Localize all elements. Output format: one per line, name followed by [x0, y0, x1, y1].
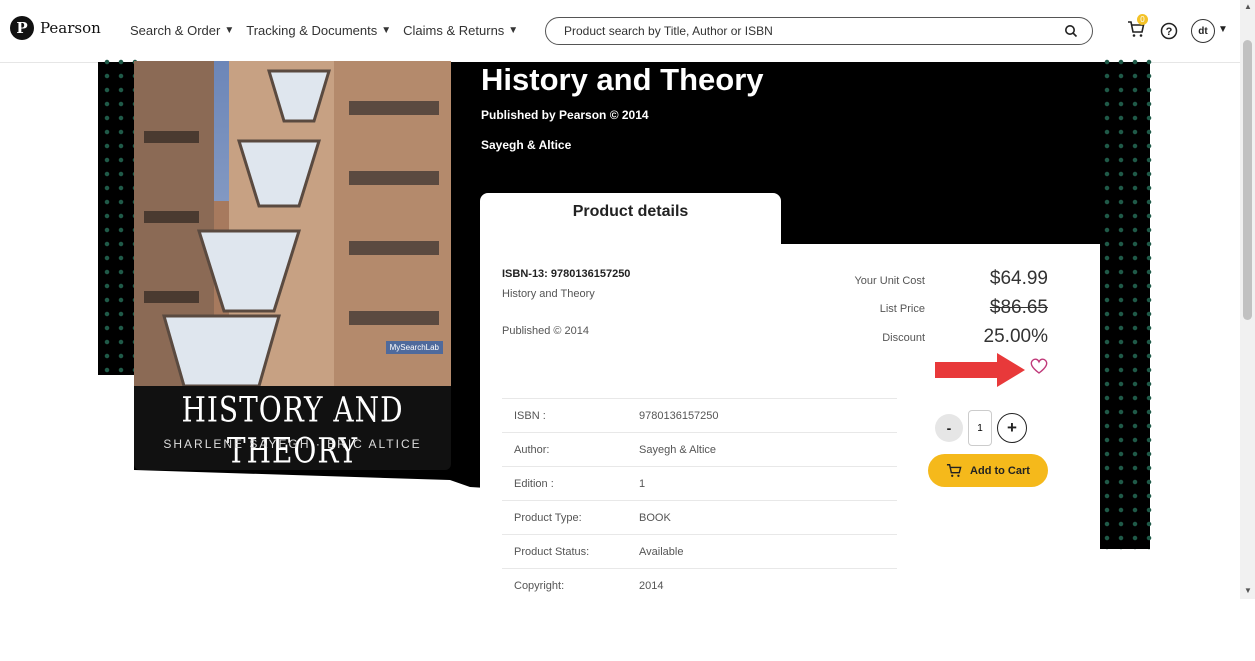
svg-text:?: ? [1166, 26, 1173, 38]
nav-search-order[interactable]: Search & Order ▼ [130, 23, 234, 38]
nav-label: Claims & Returns [403, 23, 505, 38]
cover-building-illustration [134, 61, 451, 386]
list-price-label: List Price [879, 303, 925, 315]
table-row: ISBN : 9780136157250 [502, 398, 897, 433]
cart-icon [946, 464, 962, 477]
detail-key: ISBN : [502, 398, 639, 433]
publisher-line: Published by Pearson © 2014 [481, 108, 649, 122]
table-row: Copyright: 2014 [502, 568, 897, 602]
detail-key: Product Status: [502, 534, 639, 569]
discount-label: Discount [882, 332, 925, 344]
page-scrollbar[interactable]: ▲ ▼ [1240, 0, 1255, 599]
chevron-down-icon: ▼ [508, 25, 519, 36]
unit-cost-value: $64.99 [989, 268, 1048, 289]
list-price-value: $86.65 [989, 297, 1048, 318]
cover-badge: MySearchLab [385, 341, 443, 354]
product-title: History and Theory [481, 62, 764, 97]
help-icon[interactable]: ? [1160, 22, 1178, 40]
nav-tracking-documents[interactable]: Tracking & Documents ▼ [246, 23, 391, 38]
nav-claims-returns[interactable]: Claims & Returns ▼ [403, 23, 518, 38]
quantity-input[interactable] [968, 410, 992, 446]
product-search-box [545, 17, 1093, 45]
book-cover-image: MySearchLab HISTORY AND THEORY SHARLENE … [134, 61, 451, 470]
scrollbar-thumb[interactable] [1243, 40, 1252, 320]
heart-icon[interactable] [1029, 357, 1049, 375]
decorative-dot-pattern [1100, 55, 1152, 550]
red-arrow-annotation-icon [935, 353, 1025, 387]
tab-product-details[interactable]: Product details [480, 193, 781, 245]
nav-label: Tracking & Documents [246, 23, 378, 38]
decorative-dot-pattern [100, 55, 138, 375]
table-row: Author: Sayegh & Altice [502, 432, 897, 467]
product-details-card: ISBN-13: 9780136157250 History and Theor… [480, 244, 1100, 602]
scroll-up-icon[interactable]: ▲ [1244, 2, 1252, 11]
pearson-logo-mark: P [10, 16, 34, 40]
main-nav: Search & Order ▼ Tracking & Documents ▼ … [130, 23, 518, 38]
cart-count-badge: 0 [1137, 14, 1148, 25]
detail-value: 1 [639, 466, 897, 501]
detail-key: Product Type: [502, 500, 639, 535]
quantity-stepper: - + [935, 410, 1027, 446]
user-avatar[interactable]: dt [1191, 19, 1215, 43]
table-row: Product Type: BOOK [502, 500, 897, 535]
detail-value: 9780136157250 [639, 398, 897, 433]
table-row: Edition : 1 [502, 466, 897, 501]
cover-authors: SHARLENE SAYEGH · ERIC ALTICE [163, 437, 422, 451]
detail-key: Edition : [502, 466, 639, 501]
quantity-decrease-button[interactable]: - [935, 414, 963, 442]
quantity-increase-button[interactable]: + [997, 413, 1027, 443]
author-line: Sayegh & Altice [481, 138, 572, 152]
add-to-cart-label: Add to Cart [970, 464, 1030, 477]
table-row: Product Status: Available [502, 534, 897, 569]
scroll-down-icon[interactable]: ▼ [1244, 586, 1252, 595]
cart-button[interactable]: 0 [1127, 14, 1148, 43]
chevron-down-icon: ▼ [381, 25, 392, 36]
detail-key: Author: [502, 432, 639, 467]
published-year: Published © 2014 [502, 325, 590, 337]
discount-value: 25.00% [983, 326, 1048, 347]
detail-value: BOOK [639, 500, 897, 535]
pearson-logo[interactable]: P Pearson [10, 16, 101, 40]
product-search-input[interactable] [562, 23, 1056, 39]
detail-value: 2014 [639, 568, 897, 602]
search-icon[interactable] [1064, 24, 1078, 38]
detail-value: Sayegh & Altice [639, 432, 897, 467]
unit-cost-label: Your Unit Cost [854, 275, 925, 287]
cover-title: HISTORY AND THEORY [181, 388, 404, 470]
isbn13-heading: ISBN-13: 9780136157250 [502, 268, 631, 280]
pearson-logo-text: Pearson [40, 19, 101, 37]
top-navigation-bar: P Pearson Search & Order ▼ Tracking & Do… [0, 0, 1240, 63]
add-to-cart-button[interactable]: Add to Cart [928, 454, 1048, 487]
chevron-down-icon[interactable]: ▼ [1218, 24, 1228, 35]
detail-key: Copyright: [502, 568, 639, 602]
product-subtitle: History and Theory [502, 288, 595, 300]
chevron-down-icon: ▼ [224, 25, 235, 36]
detail-value: Available [639, 534, 897, 569]
nav-label: Search & Order [130, 23, 221, 38]
product-details-table: ISBN : 9780136157250 Author: Sayegh & Al… [502, 398, 897, 602]
